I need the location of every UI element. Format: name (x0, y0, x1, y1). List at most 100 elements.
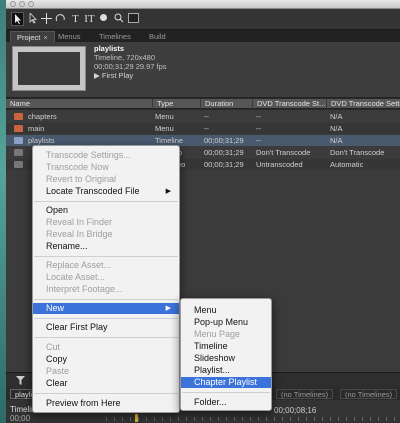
menu-item-clear-first-play[interactable]: Clear First Play (33, 322, 179, 333)
row-transcode-settings: N/A (330, 136, 343, 145)
submenu-item-playlist[interactable]: Playlist... (181, 365, 271, 376)
column-transcode-settings[interactable]: DVD Transcode Settings (326, 99, 400, 109)
submenu-arrow-icon: ▶ (165, 305, 171, 312)
preview-name: playlists (94, 44, 125, 53)
menu-item-copy[interactable]: Copy (33, 354, 179, 365)
menu-separator (182, 392, 270, 393)
tab-timelines[interactable]: Timelines (93, 31, 137, 42)
project-preview-area: playlists Timeline, 720x480 00;00;31;29 … (6, 42, 400, 98)
menu-item-label: New (46, 303, 65, 313)
column-duration[interactable]: Duration (200, 99, 252, 109)
tab-build[interactable]: Build (143, 31, 172, 42)
timeline-start-time: 00;00 (10, 414, 31, 423)
menu-item-reveal-in-finder[interactable]: Reveal In Finder (33, 217, 179, 228)
row-transcode-status: Untranscoded (256, 160, 303, 169)
row-transcode-settings: Automatic (330, 160, 364, 169)
preview-duration: 00;00;31;29 29.97 fps (94, 62, 167, 71)
menu-separator (34, 337, 178, 338)
close-icon[interactable]: × (43, 33, 47, 42)
submenu-item-popup-menu[interactable]: Pop-up Menu (181, 317, 271, 328)
menu-item-locate-transcoded-file[interactable]: Locate Transcoded File ▶ (33, 186, 179, 197)
menu-item-interpret-footage[interactable]: Interpret Footage... (33, 284, 179, 295)
row-transcode-status: -- (256, 124, 261, 133)
ellipse-tool-icon[interactable] (97, 12, 110, 26)
panel-tab-bar: Project × Menus Timelines Build (6, 30, 400, 42)
menu-item-revert-to-original[interactable]: Revert to Original (33, 174, 179, 185)
menu-separator (34, 201, 178, 202)
submenu-arrow-icon: ▶ (165, 188, 171, 195)
tab-project[interactable]: Project × (10, 31, 55, 42)
row-duration: -- (204, 124, 209, 133)
menu-item-cut[interactable]: Cut (33, 342, 179, 353)
column-name[interactable]: Name (6, 99, 152, 109)
menu-item-preview-from-here[interactable]: Preview from Here (33, 398, 179, 409)
zoom-window-button[interactable] (28, 1, 34, 7)
menu-item-transcode-settings[interactable]: Transcode Settings... (33, 150, 179, 161)
submenu-item-chapter-playlist[interactable]: Chapter Playlist (181, 377, 271, 388)
submenu-item-menu[interactable]: Menu (181, 305, 271, 316)
tab-project-label: Project (17, 33, 41, 42)
menu-item-paste[interactable]: Paste (33, 366, 179, 377)
menu-separator (34, 299, 178, 300)
tab-no-timelines[interactable]: (no Timelines) (340, 389, 398, 399)
menu-item-rename[interactable]: Rename... (33, 241, 179, 252)
row-name: chapters (28, 112, 57, 121)
window-titlebar (6, 0, 400, 9)
row-transcode-status: Don't Transcode (256, 148, 311, 157)
filter-icon[interactable] (16, 376, 25, 385)
submenu-item-folder[interactable]: Folder... (181, 397, 271, 408)
row-duration: -- (204, 112, 209, 121)
menu-item-reveal-in-bridge[interactable]: Reveal In Bridge (33, 229, 179, 240)
row-transcode-settings: Don't Transcode (330, 148, 385, 157)
tab-menus[interactable]: Menus (52, 31, 87, 42)
playhead[interactable] (135, 414, 138, 422)
video-asset-icon (14, 161, 23, 168)
submenu-item-menu-page[interactable]: Menu Page (181, 329, 271, 340)
row-duration: 00;00;31;29 (204, 160, 244, 169)
rotate-tool-icon[interactable] (54, 12, 67, 26)
menu-item-clear[interactable]: Clear (33, 378, 179, 389)
row-duration: 00;00;31;29 (204, 148, 244, 157)
menu-item-label: Locate Transcoded File (46, 186, 140, 196)
audio-asset-icon (14, 149, 23, 156)
vertical-text-tool-icon[interactable]: IT (83, 12, 96, 26)
tab-no-timelines[interactable]: (no Timelines) (276, 389, 334, 399)
minimize-window-button[interactable] (19, 1, 25, 7)
text-tool-icon[interactable]: T (69, 12, 82, 26)
preview-info: playlists Timeline, 720x480 00;00;31;29 … (94, 44, 167, 80)
submenu-item-slideshow[interactable]: Slideshow (181, 353, 271, 364)
submenu-item-timeline[interactable]: Timeline (181, 341, 271, 352)
first-play-icon: ▶ (94, 71, 100, 80)
table-row[interactable]: main Menu -- -- N/A (6, 123, 400, 134)
row-transcode-settings: N/A (330, 112, 343, 121)
menu-item-replace-asset[interactable]: Replace Asset... (33, 260, 179, 271)
row-transcode-status: -- (256, 136, 261, 145)
row-name: main (28, 124, 45, 133)
column-transcode-status[interactable]: DVD Transcode St... (252, 99, 326, 109)
timeline-asset-icon (14, 137, 23, 144)
row-duration: 00;00;31;29 (204, 136, 244, 145)
menu-item-new[interactable]: New ▶ (33, 303, 179, 314)
preview-type: Timeline, 720x480 (94, 53, 156, 62)
close-window-button[interactable] (10, 1, 16, 7)
photoshop-edit-icon[interactable] (127, 12, 140, 26)
menu-item-open[interactable]: Open (33, 205, 179, 216)
menu-item-transcode-now[interactable]: Transcode Now (33, 162, 179, 173)
menu-separator (34, 256, 178, 257)
menu-asset-icon (14, 113, 23, 120)
row-transcode-status: -- (256, 112, 261, 121)
menu-separator (34, 393, 178, 394)
timeline-time-mark: 00;00;08;16 (274, 406, 317, 415)
direct-select-tool-icon[interactable] (26, 12, 39, 26)
column-type[interactable]: Type (152, 99, 200, 109)
menu-asset-icon (14, 125, 23, 132)
new-submenu: Menu Pop-up Menu Menu Page Timeline Slid… (180, 298, 272, 411)
context-menu: Transcode Settings... Transcode Now Reve… (32, 145, 180, 413)
menu-item-locate-asset[interactable]: Locate Asset... (33, 272, 179, 283)
project-table-header: Name Type Duration DVD Transcode St... D… (6, 99, 400, 109)
timeline-ruler[interactable] (106, 417, 400, 421)
table-row[interactable]: chapters Menu -- -- N/A (6, 111, 400, 122)
move-tool-icon[interactable] (40, 12, 53, 26)
zoom-tool-icon[interactable] (112, 12, 125, 26)
selection-tool-icon[interactable] (11, 12, 24, 26)
